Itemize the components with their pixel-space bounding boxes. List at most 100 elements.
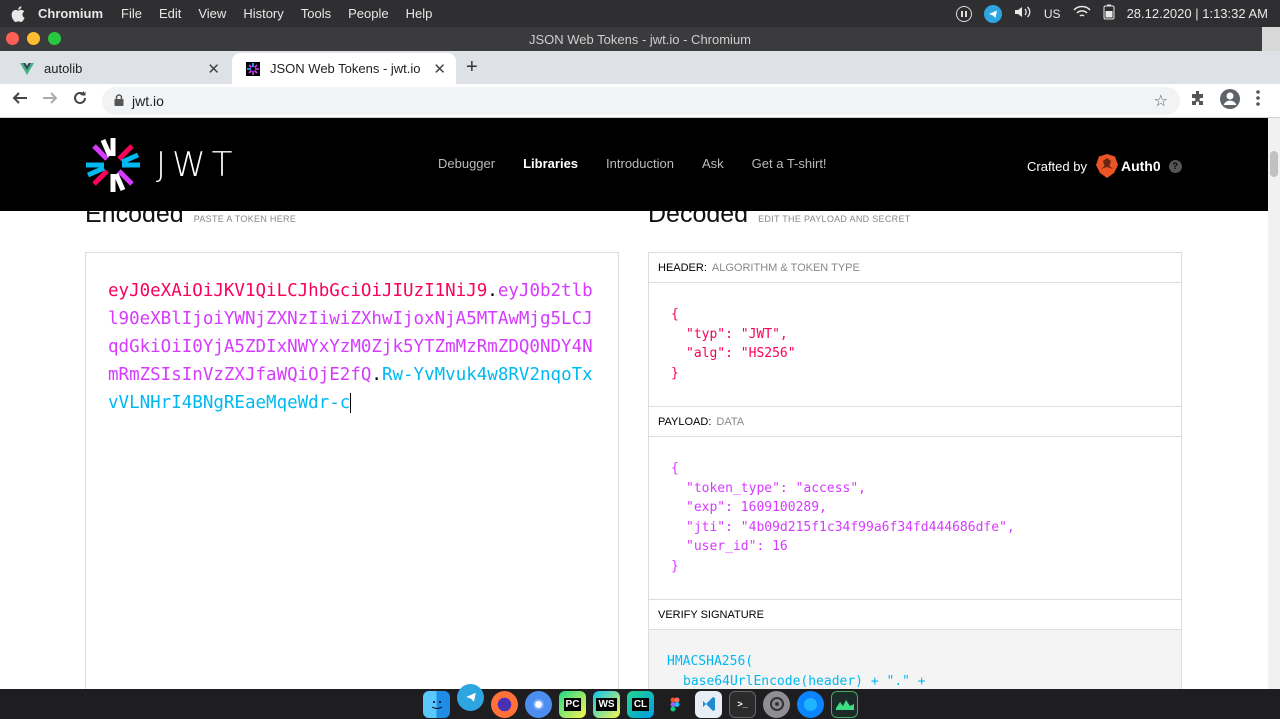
browser-icon[interactable] bbox=[797, 690, 824, 718]
nav-tshirt[interactable]: Get a T-shirt! bbox=[752, 156, 827, 171]
webstorm-icon[interactable]: WS bbox=[593, 690, 620, 718]
decoded-subtitle: EDIT THE PAYLOAD AND SECRET bbox=[758, 214, 911, 224]
signature-section-title: VERIFY SIGNATURE bbox=[649, 600, 1181, 630]
more-menu-icon[interactable] bbox=[1256, 90, 1260, 111]
forward-button[interactable] bbox=[42, 90, 58, 111]
pycharm-icon[interactable]: PC bbox=[559, 690, 586, 718]
address-bar[interactable]: jwt.io ☆ bbox=[102, 87, 1180, 115]
minimize-window-button[interactable] bbox=[27, 32, 40, 45]
json-line: "user_id": 16 bbox=[686, 539, 788, 554]
json-line: "jti": "4b09d215f1c34f99a6f34fd444686dfe… bbox=[686, 519, 1015, 535]
json-line: { bbox=[671, 461, 679, 476]
menu-people[interactable]: People bbox=[348, 6, 388, 21]
webstorm-label: WS bbox=[596, 697, 617, 711]
close-tab-icon[interactable]: ✕ bbox=[433, 60, 446, 78]
close-window-button[interactable] bbox=[6, 32, 19, 45]
maximize-window-button[interactable] bbox=[48, 32, 61, 45]
header-json-editor[interactable]: { "typ": "JWT", "alg": "HS256" } bbox=[649, 283, 1181, 407]
window-edge bbox=[1262, 27, 1280, 51]
telegram-tray-icon[interactable] bbox=[983, 4, 1002, 23]
nav-libraries[interactable]: Libraries bbox=[523, 156, 578, 171]
figma-icon[interactable] bbox=[661, 690, 688, 718]
jwt-nav-links: Debugger Libraries Introduction Ask Get … bbox=[438, 156, 855, 171]
nav-introduction[interactable]: Introduction bbox=[606, 156, 674, 171]
jwt-favicon-icon bbox=[246, 61, 260, 76]
clion-icon[interactable]: CL bbox=[627, 690, 654, 718]
telegram-icon[interactable] bbox=[457, 683, 484, 711]
menu-help[interactable]: Help bbox=[406, 6, 433, 21]
lock-icon[interactable] bbox=[114, 93, 124, 109]
vue-favicon-icon bbox=[20, 62, 34, 75]
tab-label: JSON Web Tokens - jwt.io bbox=[270, 61, 421, 76]
tab-strip: autolib ✕ JSON Web Tokens - jwt.io ✕ + bbox=[0, 51, 1280, 84]
menu-edit[interactable]: Edit bbox=[159, 6, 181, 21]
tab-jwt[interactable]: JSON Web Tokens - jwt.io ✕ bbox=[232, 53, 456, 84]
header-section-title: HEADER: ALGORITHM & TOKEN TYPE bbox=[649, 253, 1181, 283]
vscode-icon[interactable] bbox=[695, 690, 722, 718]
signature-label: VERIFY SIGNATURE bbox=[658, 608, 764, 621]
back-button[interactable] bbox=[12, 90, 28, 111]
navbar-shadow bbox=[0, 200, 1268, 211]
header-label: HEADER: bbox=[658, 261, 707, 274]
battery-icon[interactable] bbox=[1103, 4, 1115, 23]
clion-label: CL bbox=[631, 697, 650, 711]
apple-menu-icon[interactable] bbox=[6, 5, 30, 22]
finder-icon[interactable] bbox=[423, 690, 450, 718]
close-tab-icon[interactable]: ✕ bbox=[207, 60, 220, 78]
window-title: JSON Web Tokens - jwt.io - Chromium bbox=[528, 31, 752, 47]
new-tab-button[interactable]: + bbox=[466, 56, 478, 79]
terminal-icon[interactable]: >_ bbox=[729, 690, 756, 718]
token-header-part: eyJ0eXAiOiJKV1QiLCJhbGciOiJIUzI1NiJ9 bbox=[108, 281, 488, 301]
header-sublabel: ALGORITHM & TOKEN TYPE bbox=[711, 261, 860, 274]
menu-history[interactable]: History bbox=[243, 6, 283, 21]
wifi-icon[interactable] bbox=[1073, 5, 1091, 22]
url-text[interactable]: jwt.io bbox=[132, 93, 164, 109]
extensions-icon[interactable] bbox=[1190, 90, 1206, 111]
keyboard-layout[interactable]: US bbox=[1044, 7, 1061, 21]
token-separator: . bbox=[487, 281, 498, 301]
auth0-brand: Auth0 bbox=[1120, 158, 1161, 174]
jwt-logo-icon bbox=[86, 138, 140, 192]
bookmark-star-icon[interactable]: ☆ bbox=[1154, 91, 1168, 111]
help-icon[interactable]: ? bbox=[1168, 159, 1182, 173]
auth0-logo-icon bbox=[1095, 154, 1118, 178]
dock: PC WS CL >_ bbox=[0, 683, 1280, 719]
json-line: "alg": "HS256" bbox=[686, 346, 796, 361]
json-line: "exp": 1609100289, bbox=[686, 500, 827, 515]
json-line: { bbox=[671, 307, 679, 322]
window-title-bar: JSON Web Tokens - jwt.io - Chromium bbox=[0, 27, 1280, 51]
json-line: } bbox=[671, 365, 679, 381]
nav-ask[interactable]: Ask bbox=[702, 156, 724, 171]
payload-json-editor[interactable]: { "token_type": "access", "exp": 1609100… bbox=[649, 437, 1181, 600]
dock-bar: PC WS CL >_ bbox=[413, 683, 868, 719]
crafted-by[interactable]: Crafted by Auth0 ? bbox=[1027, 154, 1182, 178]
tab-autolib[interactable]: autolib ✕ bbox=[6, 53, 230, 84]
profile-avatar-icon[interactable] bbox=[1219, 88, 1241, 115]
tab-label: autolib bbox=[44, 61, 83, 76]
menu-tools[interactable]: Tools bbox=[301, 6, 331, 21]
page-scrollbar[interactable] bbox=[1268, 118, 1280, 689]
settings-icon[interactable] bbox=[763, 690, 790, 718]
decoded-panel: HEADER: ALGORITHM & TOKEN TYPE { "typ": … bbox=[648, 252, 1182, 710]
payload-sublabel: DATA bbox=[716, 415, 745, 428]
monitor-icon[interactable] bbox=[831, 690, 858, 718]
chromium-icon[interactable] bbox=[525, 690, 552, 718]
reload-button[interactable] bbox=[72, 90, 88, 111]
jwt-logo[interactable]: JWT bbox=[84, 136, 238, 194]
text-caret bbox=[350, 393, 352, 413]
nav-debugger[interactable]: Debugger bbox=[438, 156, 495, 171]
jwt-logo-text: JWT bbox=[156, 145, 239, 185]
menu-view[interactable]: View bbox=[198, 6, 226, 21]
clock[interactable]: 28.12.2020 | 1:13:32 AM bbox=[1127, 6, 1268, 21]
encoded-token-editor[interactable]: eyJ0eXAiOiJKV1QiLCJhbGciOiJIUzI1NiJ9.eyJ… bbox=[85, 252, 619, 702]
scrollbar-thumb[interactable] bbox=[1270, 151, 1278, 177]
firefox-icon[interactable] bbox=[491, 690, 518, 718]
system-menu-bar: Chromium File Edit View History Tools Pe… bbox=[0, 0, 1280, 27]
payload-label: PAYLOAD: bbox=[658, 415, 712, 428]
json-line: "token_type": "access", bbox=[686, 480, 867, 496]
app-name[interactable]: Chromium bbox=[38, 6, 103, 21]
pause-icon[interactable] bbox=[955, 5, 972, 22]
volume-icon[interactable] bbox=[1014, 5, 1032, 22]
menu-file[interactable]: File bbox=[121, 6, 142, 21]
jwt-navbar: JWT Debugger Libraries Introduction Ask … bbox=[0, 118, 1268, 211]
